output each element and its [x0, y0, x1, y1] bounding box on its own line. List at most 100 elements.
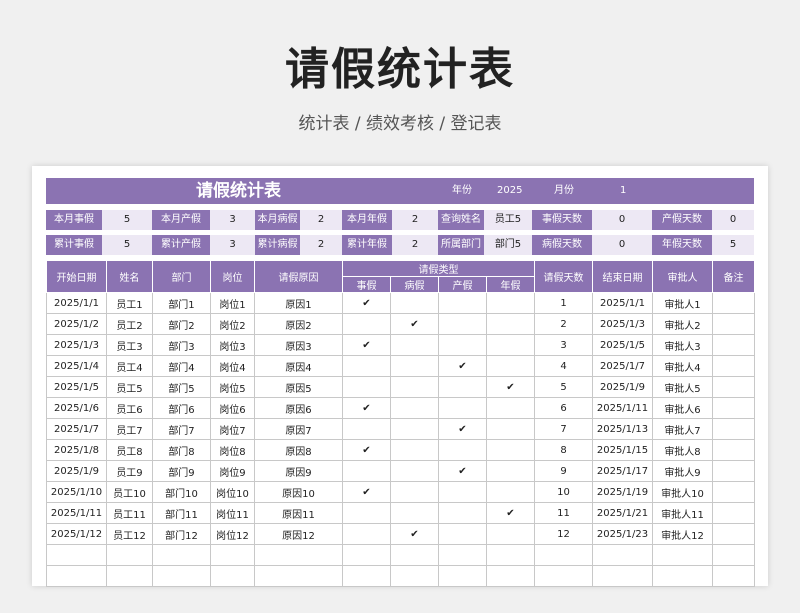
- summary-value[interactable]: 2: [300, 235, 342, 255]
- dept-cell[interactable]: 部门4: [152, 355, 211, 377]
- empty-cell[interactable]: [254, 544, 343, 566]
- note-cell[interactable]: [712, 376, 755, 398]
- summary-value[interactable]: 3: [210, 210, 255, 230]
- end-date-cell[interactable]: 2025/1/15: [592, 439, 653, 461]
- end-date-cell[interactable]: 2025/1/19: [592, 481, 653, 503]
- personal-check-cell[interactable]: [342, 460, 391, 482]
- header-note[interactable]: 备注: [712, 260, 755, 293]
- sick-check-cell[interactable]: [390, 460, 439, 482]
- name-cell[interactable]: 员工10: [106, 481, 153, 503]
- personal-check-cell[interactable]: [342, 523, 391, 545]
- name-cell[interactable]: 员工4: [106, 355, 153, 377]
- annual-check-cell[interactable]: [486, 397, 535, 419]
- days-cell[interactable]: 3: [534, 334, 593, 356]
- empty-cell[interactable]: [438, 565, 487, 587]
- empty-cell[interactable]: [712, 565, 755, 587]
- position-cell[interactable]: 岗位5: [210, 376, 255, 398]
- empty-cell[interactable]: [534, 544, 593, 566]
- maternity-check-cell[interactable]: [438, 439, 487, 461]
- reason-cell[interactable]: 原因5: [254, 376, 343, 398]
- position-cell[interactable]: 岗位12: [210, 523, 255, 545]
- sick-check-cell[interactable]: [390, 502, 439, 524]
- approver-cell[interactable]: 审批人3: [652, 334, 713, 356]
- dept-cell[interactable]: 部门10: [152, 481, 211, 503]
- end-date-cell[interactable]: 2025/1/21: [592, 502, 653, 524]
- empty-cell[interactable]: [152, 565, 211, 587]
- maternity-check-cell[interactable]: ✔: [438, 418, 487, 440]
- maternity-check-cell[interactable]: ✔: [438, 355, 487, 377]
- end-date-cell[interactable]: 2025/1/11: [592, 397, 653, 419]
- empty-cell[interactable]: [592, 565, 653, 587]
- approver-cell[interactable]: 审批人10: [652, 481, 713, 503]
- reason-cell[interactable]: 原因7: [254, 418, 343, 440]
- annual-check-cell[interactable]: ✔: [486, 376, 535, 398]
- header-days[interactable]: 请假天数: [534, 260, 593, 293]
- approver-cell[interactable]: 审批人7: [652, 418, 713, 440]
- personal-check-cell[interactable]: ✔: [342, 334, 391, 356]
- end-date-cell[interactable]: 2025/1/13: [592, 418, 653, 440]
- header-leave-type[interactable]: 请假类型: [342, 260, 535, 277]
- maternity-check-cell[interactable]: [438, 292, 487, 314]
- header-end-date[interactable]: 结束日期: [592, 260, 653, 293]
- empty-cell[interactable]: [106, 544, 153, 566]
- end-date-cell[interactable]: 2025/1/3: [592, 313, 653, 335]
- start-date-cell[interactable]: 2025/1/1: [46, 292, 107, 314]
- dept-cell[interactable]: 部门8: [152, 439, 211, 461]
- annual-check-cell[interactable]: [486, 418, 535, 440]
- summary-value[interactable]: 2: [392, 210, 438, 230]
- maternity-check-cell[interactable]: [438, 334, 487, 356]
- annual-check-cell[interactable]: [486, 523, 535, 545]
- summary-value[interactable]: 5: [102, 210, 152, 230]
- approver-cell[interactable]: 审批人4: [652, 355, 713, 377]
- start-date-cell[interactable]: 2025/1/4: [46, 355, 107, 377]
- name-cell[interactable]: 员工12: [106, 523, 153, 545]
- empty-cell[interactable]: [486, 544, 535, 566]
- annual-check-cell[interactable]: [486, 439, 535, 461]
- approver-cell[interactable]: 审批人1: [652, 292, 713, 314]
- sick-check-cell[interactable]: [390, 439, 439, 461]
- end-date-cell[interactable]: 2025/1/7: [592, 355, 653, 377]
- header-annual-leave[interactable]: 年假: [486, 276, 535, 293]
- sick-check-cell[interactable]: [390, 397, 439, 419]
- approver-cell[interactable]: 审批人12: [652, 523, 713, 545]
- empty-cell[interactable]: [390, 565, 439, 587]
- note-cell[interactable]: [712, 481, 755, 503]
- empty-cell[interactable]: [46, 565, 107, 587]
- end-date-cell[interactable]: 2025/1/1: [592, 292, 653, 314]
- empty-cell[interactable]: [342, 544, 391, 566]
- reason-cell[interactable]: 原因11: [254, 502, 343, 524]
- header-name[interactable]: 姓名: [106, 260, 153, 293]
- reason-cell[interactable]: 原因3: [254, 334, 343, 356]
- maternity-check-cell[interactable]: [438, 376, 487, 398]
- maternity-check-cell[interactable]: [438, 523, 487, 545]
- approver-cell[interactable]: 审批人11: [652, 502, 713, 524]
- dept-cell[interactable]: 部门11: [152, 502, 211, 524]
- days-cell[interactable]: 2: [534, 313, 593, 335]
- maternity-check-cell[interactable]: [438, 313, 487, 335]
- dept-cell[interactable]: 部门7: [152, 418, 211, 440]
- name-cell[interactable]: 员工5: [106, 376, 153, 398]
- approver-cell[interactable]: 审批人9: [652, 460, 713, 482]
- days-cell[interactable]: 9: [534, 460, 593, 482]
- end-date-cell[interactable]: 2025/1/5: [592, 334, 653, 356]
- month-value[interactable]: 1: [620, 178, 626, 204]
- annual-check-cell[interactable]: [486, 460, 535, 482]
- position-cell[interactable]: 岗位11: [210, 502, 255, 524]
- days-cell[interactable]: 6: [534, 397, 593, 419]
- dept-cell[interactable]: 部门5: [152, 376, 211, 398]
- summary-value[interactable]: 5: [712, 235, 754, 255]
- empty-cell[interactable]: [210, 544, 255, 566]
- empty-cell[interactable]: [652, 565, 713, 587]
- name-cell[interactable]: 员工6: [106, 397, 153, 419]
- empty-cell[interactable]: [712, 544, 755, 566]
- empty-cell[interactable]: [652, 544, 713, 566]
- header-maternity-leave[interactable]: 产假: [438, 276, 487, 293]
- empty-cell[interactable]: [106, 565, 153, 587]
- reason-cell[interactable]: 原因8: [254, 439, 343, 461]
- start-date-cell[interactable]: 2025/1/5: [46, 376, 107, 398]
- annual-check-cell[interactable]: [486, 334, 535, 356]
- personal-check-cell[interactable]: [342, 313, 391, 335]
- empty-cell[interactable]: [486, 565, 535, 587]
- header-sick-leave[interactable]: 病假: [390, 276, 439, 293]
- name-cell[interactable]: 员工9: [106, 460, 153, 482]
